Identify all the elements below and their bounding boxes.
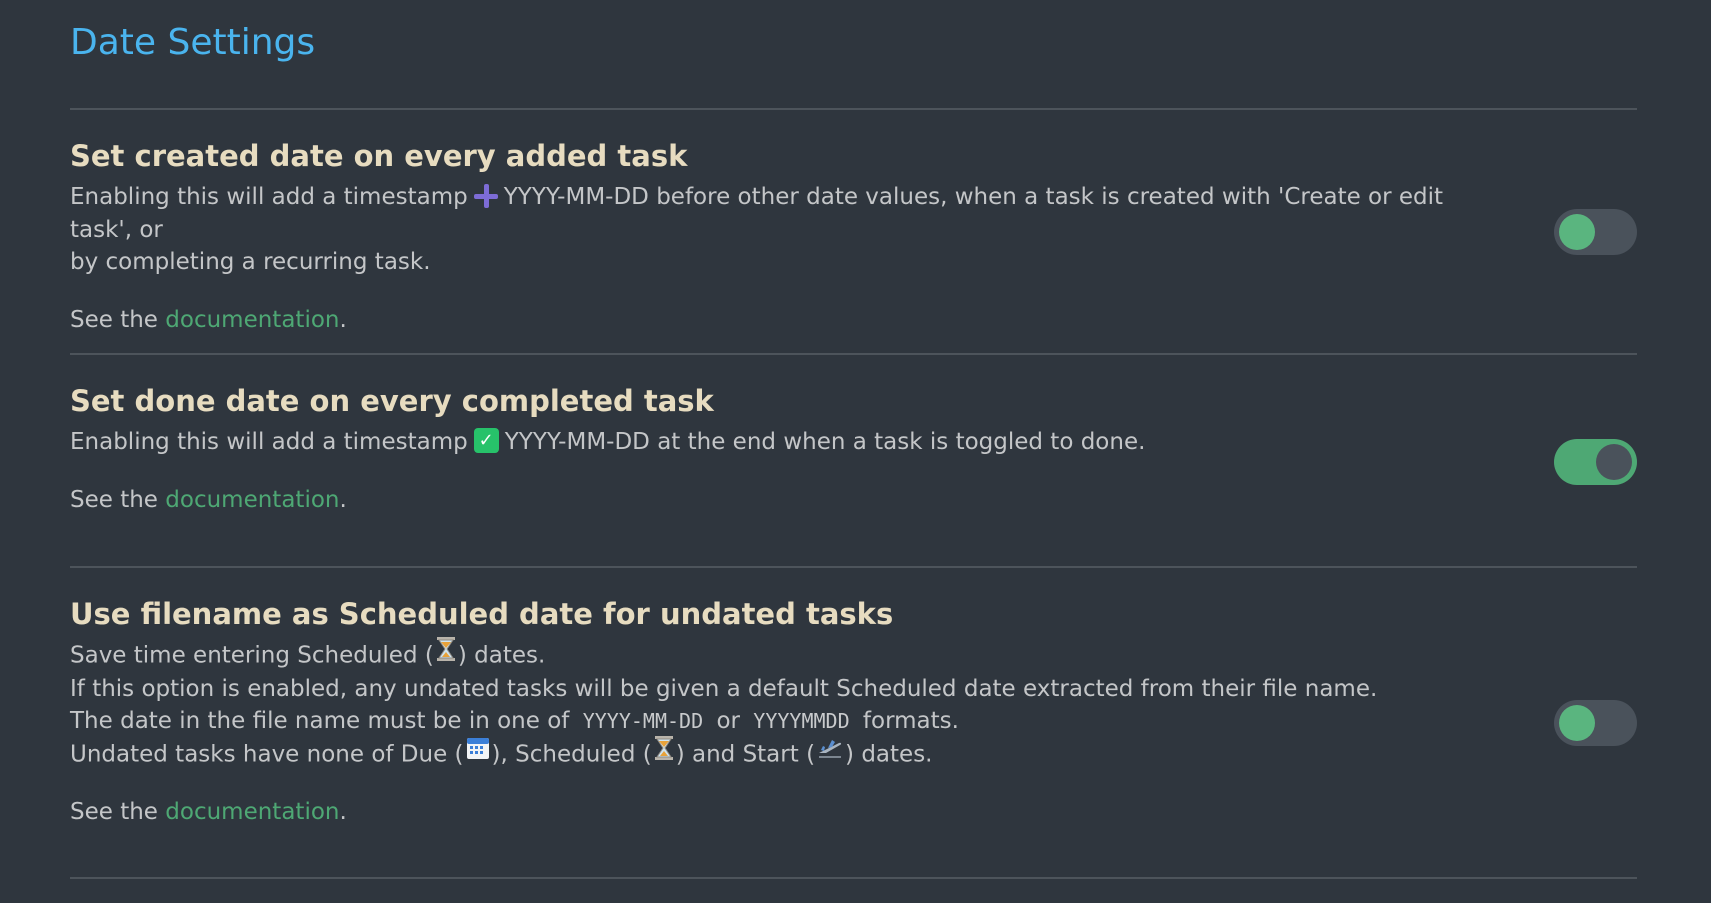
toggle-knob <box>1559 214 1595 250</box>
description-text: If this option is enabled, any undated t… <box>70 675 1378 702</box>
divider <box>70 566 1637 568</box>
see-text: See the <box>70 799 158 825</box>
see-text: See the <box>70 306 158 333</box>
description-text: Enabling this will add a timestamp <box>70 184 468 210</box>
toggle-done-date[interactable] <box>1554 439 1637 485</box>
setting-name: Set created date on every added task <box>70 139 688 173</box>
setting-done-date: Set done date on every completed task En… <box>70 383 1490 516</box>
toggle-knob <box>1596 444 1632 480</box>
hourglass-icon <box>654 735 674 770</box>
description-text: ), Scheduled ( <box>491 740 652 767</box>
see-documentation: See the documentation. <box>70 304 1490 336</box>
setting-description: Enabling this will add a timestamp ✓ YYYY-… <box>70 426 1490 459</box>
description-text: Undated tasks have none of Due ( <box>70 740 464 767</box>
see-documentation: See the documentation. <box>70 796 1490 828</box>
divider <box>70 108 1637 110</box>
description-text: or <box>716 708 740 734</box>
setting-description: Enabling this will add a timestamp YYYY-M… <box>70 181 1490 279</box>
calendar-icon <box>466 736 490 770</box>
airplane-departure-icon <box>817 736 843 770</box>
see-text: See the <box>70 486 158 513</box>
description-text: ) dates. <box>457 642 546 669</box>
hourglass-icon <box>436 637 456 671</box>
see-suffix: . <box>339 799 347 825</box>
description-text: Save time entering Scheduled ( <box>70 642 434 669</box>
documentation-link[interactable]: documentation <box>165 487 339 513</box>
see-documentation: See the documentation. <box>70 484 1490 516</box>
toggle-filename-scheduled[interactable] <box>1554 700 1637 746</box>
description-text: Enabling this will add a timestamp <box>70 429 468 455</box>
description-text: formats. <box>862 708 959 734</box>
description-text: YYYY-MM-DD at the end when a task is tog… <box>504 429 1146 455</box>
setting-description: Save time entering Scheduled ( ) dates. I… <box>70 637 1490 771</box>
divider <box>70 353 1637 355</box>
description-text: The date in the file name must be in one… <box>70 708 570 734</box>
toggle-knob <box>1559 705 1595 741</box>
settings-page: Date Settings Set created date on every … <box>0 0 1711 903</box>
divider <box>70 877 1637 879</box>
page-title: Date Settings <box>70 22 316 63</box>
setting-name: Set done date on every completed task <box>70 384 714 418</box>
format-code: YYYYMMDD <box>753 709 850 733</box>
description-text: ) dates. <box>845 740 933 767</box>
description-text: ) and Start ( <box>675 740 816 767</box>
setting-filename-scheduled: Use filename as Scheduled date for undat… <box>70 596 1490 828</box>
documentation-link[interactable]: documentation <box>165 799 339 825</box>
description-text: by completing a recurring task. <box>70 249 431 275</box>
see-suffix: . <box>339 486 347 513</box>
documentation-link[interactable]: documentation <box>165 307 339 333</box>
see-suffix: . <box>339 306 347 333</box>
plus-icon <box>473 183 498 208</box>
toggle-created-date[interactable] <box>1554 209 1637 255</box>
check-mark-icon: ✓ <box>473 428 499 453</box>
setting-name: Use filename as Scheduled date for undat… <box>70 597 894 631</box>
format-code: YYYY-MM-DD <box>582 709 704 733</box>
setting-created-date: Set created date on every added task Ena… <box>70 138 1490 336</box>
